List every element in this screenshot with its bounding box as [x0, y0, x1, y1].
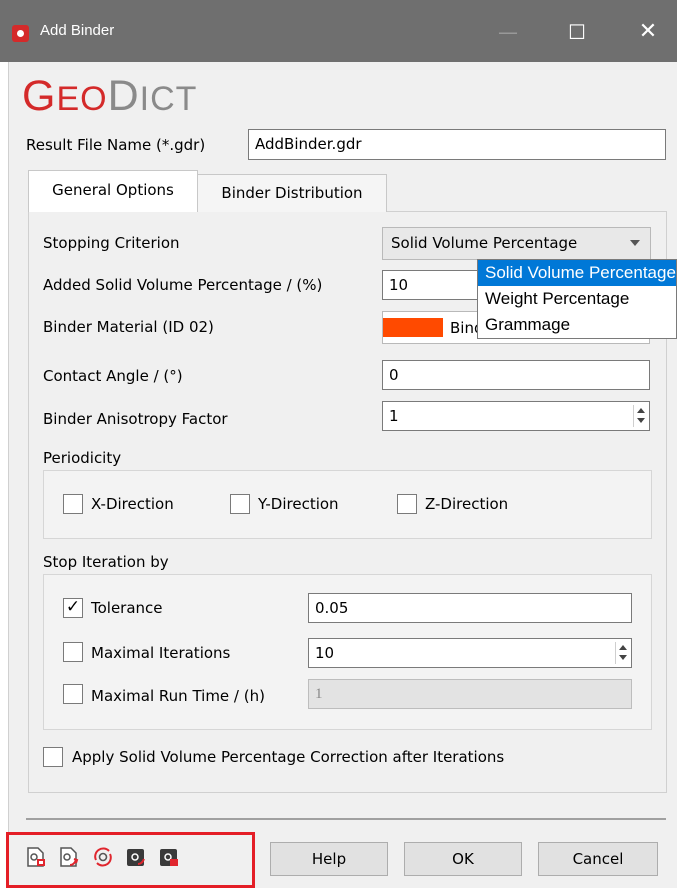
dropdown-option-weight[interactable]: Weight Percentage — [478, 286, 676, 312]
x-direction-checkbox[interactable] — [63, 494, 83, 514]
contact-angle-label: Contact Angle / (°) — [43, 367, 183, 385]
anisotropy-label: Binder Anisotropy Factor — [43, 410, 228, 428]
maximize-button[interactable]: ☐ — [557, 14, 597, 50]
contact-angle-input[interactable]: 0 — [382, 360, 650, 390]
close-button[interactable]: ✕ — [628, 14, 668, 50]
binder-material-label: Binder Material (ID 02) — [43, 318, 214, 336]
z-direction-checkbox[interactable] — [397, 494, 417, 514]
max-iterations-spinbox[interactable]: 10 — [308, 638, 632, 668]
stopping-criterion-label: Stopping Criterion — [43, 234, 180, 252]
divider — [26, 818, 666, 820]
binder-color-swatch[interactable] — [383, 318, 443, 337]
tolerance-checkbox[interactable]: ✓ — [63, 598, 83, 618]
correction-checkbox[interactable] — [43, 747, 63, 767]
z-direction-label: Z-Direction — [425, 495, 509, 513]
tolerance-label: Tolerance — [91, 599, 163, 617]
max-runtime-label: Maximal Run Time / (h) — [91, 687, 265, 705]
max-runtime-checkbox[interactable] — [63, 684, 83, 704]
tolerance-input[interactable]: 0.05 — [308, 593, 632, 623]
max-runtime-input: 1 — [308, 679, 632, 709]
result-file-label: Result File Name (*.gdr) — [26, 136, 206, 154]
spinner-arrows-icon[interactable] — [633, 405, 647, 427]
anisotropy-spinbox[interactable]: 1 — [382, 401, 650, 431]
cancel-button[interactable]: Cancel — [538, 842, 658, 876]
tab-general-options[interactable]: General Options — [28, 170, 198, 212]
max-iterations-checkbox[interactable] — [63, 642, 83, 662]
window-title: Add Binder — [40, 22, 115, 39]
y-direction-label: Y-Direction — [258, 495, 339, 513]
result-file-input[interactable]: AddBinder.gdr — [248, 129, 666, 160]
added-solid-volume-label: Added Solid Volume Percentage / (%) — [43, 276, 323, 294]
load-settings-icon[interactable] — [25, 846, 47, 868]
reset-settings-icon[interactable] — [92, 846, 114, 868]
y-direction-checkbox[interactable] — [230, 494, 250, 514]
geodict-logo: GEODICT — [22, 72, 198, 120]
minimize-button[interactable]: — — [488, 14, 528, 50]
ok-button[interactable]: OK — [404, 842, 522, 876]
export-macro-icon[interactable] — [125, 846, 147, 868]
correction-label: Apply Solid Volume Percentage Correction… — [72, 748, 505, 766]
x-direction-label: X-Direction — [91, 495, 174, 513]
stopping-criterion-select[interactable]: Solid Volume Percentage — [382, 227, 651, 260]
record-macro-icon[interactable] — [158, 846, 180, 868]
help-button[interactable]: Help — [270, 842, 388, 876]
dropdown-option-solid-volume[interactable]: Solid Volume Percentage — [478, 260, 676, 286]
app-icon — [12, 25, 29, 42]
stop-iteration-label: Stop Iteration by — [43, 553, 169, 571]
tab-binder-distribution[interactable]: Binder Distribution — [197, 174, 387, 212]
chevron-down-icon — [630, 240, 640, 246]
dropdown-option-grammage[interactable]: Grammage — [478, 312, 676, 338]
stopping-criterion-dropdown: Solid Volume Percentage Weight Percentag… — [477, 259, 677, 339]
title-bar: Add Binder — ☐ ✕ — [0, 0, 677, 62]
spinner-arrows-icon[interactable] — [615, 642, 629, 664]
save-settings-icon[interactable] — [58, 846, 80, 868]
periodicity-label: Periodicity — [43, 449, 122, 467]
max-iterations-label: Maximal Iterations — [91, 644, 231, 662]
